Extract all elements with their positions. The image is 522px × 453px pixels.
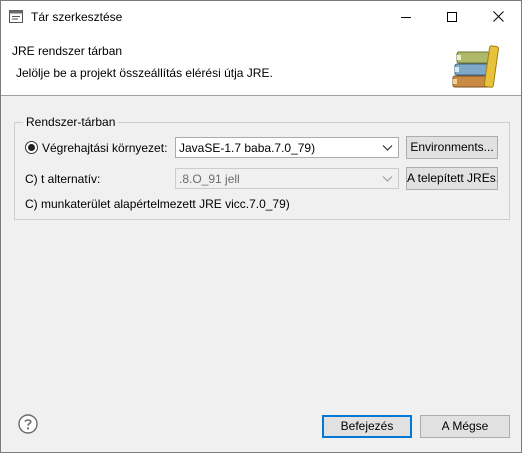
window-title: Tár szerkesztése [31, 10, 123, 24]
title-bar: Tár szerkesztése [1, 1, 521, 32]
maximize-button[interactable] [429, 1, 475, 32]
help-icon[interactable] [18, 414, 38, 434]
edit-library-dialog: Tár szerkesztése JRE rendszer tárban Jel… [0, 0, 522, 453]
group-label: Rendszer-tárban [23, 115, 119, 129]
cancel-button[interactable]: A Mégse [420, 415, 510, 438]
banner-message: Jelölje be a projekt összeállítás elérés… [16, 66, 273, 80]
workspace-default-jre-label[interactable]: C) munkaterület alapértelmezett JRE vicc… [25, 197, 290, 211]
alternate-jre-select[interactable]: .8.O_91 jell [175, 168, 399, 189]
alternate-jre-label[interactable]: C) t alternatív: [25, 172, 100, 186]
chevron-down-icon [382, 176, 393, 182]
finish-button[interactable]: Befejezés [322, 415, 412, 438]
execution-env-select[interactable]: JavaSE-1.7 baba.7.0_79) [175, 137, 399, 158]
maximize-icon [447, 11, 457, 22]
banner-title: JRE rendszer tárban [12, 44, 123, 58]
chevron-down-icon [382, 145, 393, 151]
environments-button[interactable]: Environments... [406, 136, 498, 159]
close-button[interactable] [475, 1, 521, 32]
dialog-banner: JRE rendszer tárban Jelölje be a projekt… [1, 32, 521, 96]
execution-env-radio[interactable] [25, 141, 38, 154]
minimize-button[interactable] [383, 1, 429, 32]
minimize-icon [401, 16, 411, 18]
execution-env-label: Végrehajtási környezet: [42, 141, 168, 155]
alternate-jre-value: .8.O_91 jell [179, 172, 240, 186]
library-books-icon [452, 45, 499, 88]
installed-jres-button[interactable]: A telepített JREs... [406, 167, 498, 190]
execution-env-value: JavaSE-1.7 baba.7.0_79) [179, 141, 316, 155]
eclipse-window-icon [9, 10, 23, 23]
close-icon [492, 11, 504, 22]
